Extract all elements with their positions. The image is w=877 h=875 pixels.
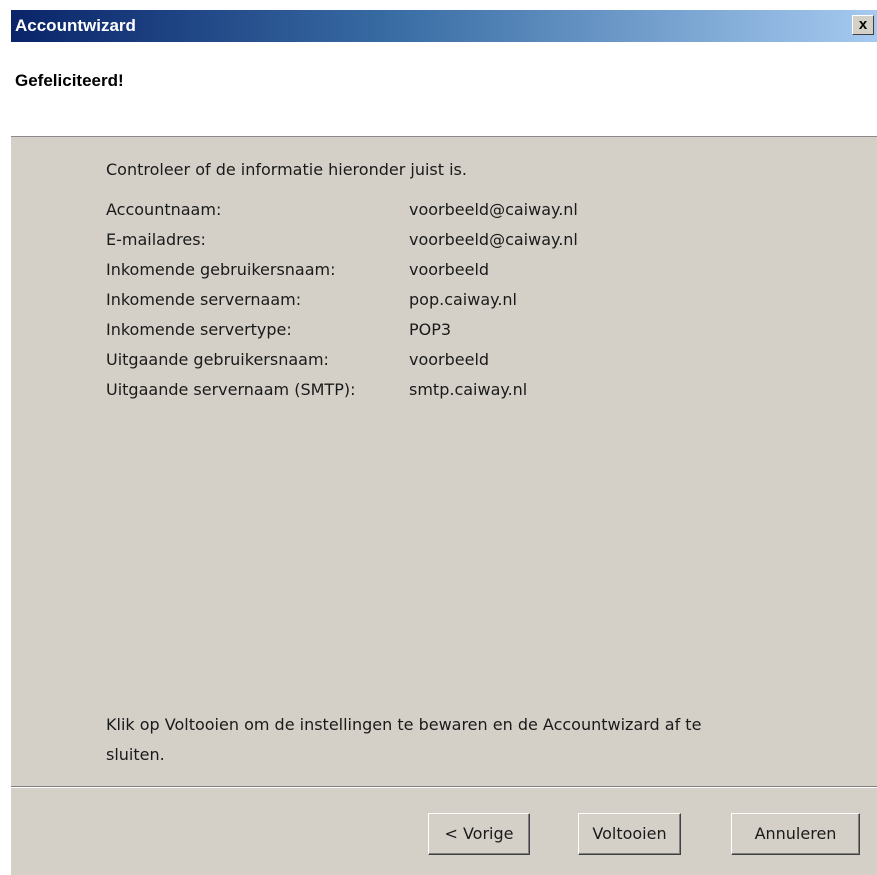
info-value: pop.caiway.nl	[409, 290, 517, 309]
info-value: voorbeeld	[409, 260, 490, 279]
footer-divider-highlight	[11, 787, 877, 788]
info-label: Inkomende servernaam:	[106, 290, 302, 309]
info-label: Uitgaande gebruikersnaam:	[106, 350, 329, 369]
wizard-header: Gefeliciteerd!	[11, 42, 877, 137]
finish-button[interactable]: Voltooien	[578, 813, 681, 855]
info-label: Uitgaande servernaam (SMTP):	[106, 380, 356, 399]
info-label: Inkomende gebruikersnaam:	[106, 260, 336, 279]
info-value: POP3	[409, 320, 452, 339]
back-button[interactable]: < Vorige	[428, 813, 530, 855]
close-icon: x	[858, 16, 868, 33]
window-title: Accountwizard	[15, 16, 136, 35]
cancel-button[interactable]: Annuleren	[731, 813, 860, 855]
intro-text: Controleer of de informatie hieronder ju…	[106, 160, 467, 179]
finish-instruction-line: sluiten.	[106, 745, 165, 764]
info-label: E-mailadres:	[106, 230, 206, 249]
page-title: Gefeliciteerd!	[15, 71, 124, 90]
finish-instruction-line: Klik op Voltooien om de instellingen te …	[106, 715, 702, 734]
title-bar[interactable]: Accountwizard x	[11, 10, 877, 42]
info-value: smtp.caiway.nl	[409, 380, 528, 399]
account-wizard-window: Accountwizard x Gefeliciteerd! Controlee…	[10, 10, 877, 875]
finish-instruction: Klik op Voltooien om de instellingen te …	[106, 710, 806, 770]
close-button[interactable]: x	[852, 15, 874, 35]
info-value: voorbeeld	[409, 350, 490, 369]
info-label: Accountnaam:	[106, 200, 222, 219]
info-value: voorbeeld@caiway.nl	[409, 230, 578, 249]
info-label: Inkomende servertype:	[106, 320, 292, 339]
info-value: voorbeeld@caiway.nl	[409, 200, 578, 219]
